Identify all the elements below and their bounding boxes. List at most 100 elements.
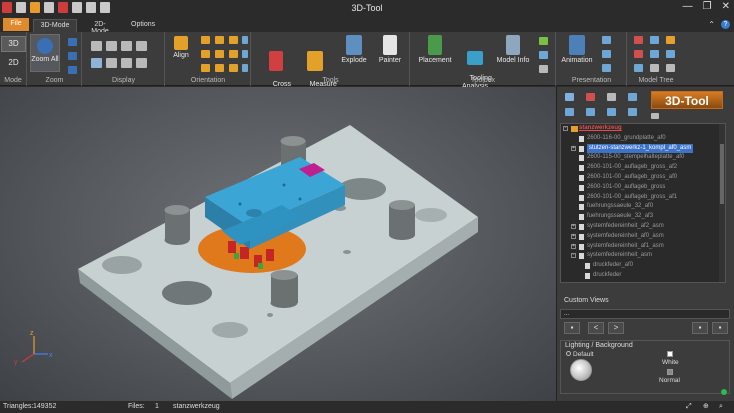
add-view-icon[interactable]: ▪ (564, 322, 580, 334)
view-bottom-icon[interactable] (229, 50, 238, 58)
tree-search-icon[interactable] (650, 64, 659, 72)
view-iso2-icon[interactable] (215, 64, 224, 72)
delete-view-icon[interactable]: ▪ (692, 322, 708, 334)
tree-show-icon[interactable] (634, 36, 643, 44)
minimize-button[interactable]: — (683, 1, 693, 12)
silhouette-icon[interactable] (121, 58, 132, 68)
zoom-window-icon[interactable] (68, 52, 77, 60)
presentation-1-icon[interactable] (602, 36, 611, 44)
tree-item[interactable]: 2600-101-00_auflageb_gross_af2 (561, 163, 725, 173)
expand-toggle-icon[interactable]: + (571, 233, 576, 239)
tree-item[interactable]: 2600-115-00_stempelhalteplatte_af0 (561, 153, 725, 163)
tree-item[interactable]: + systemfedereinheit_af2_asm (561, 222, 725, 232)
lighting-default-option[interactable]: Default (566, 351, 594, 358)
tree-item[interactable]: + stutzen-stanzwerkz-1_kompl_af0_asm (561, 143, 725, 154)
close-button[interactable]: ✕ (722, 1, 730, 12)
panel-layers-icon[interactable] (607, 93, 616, 101)
model-info-button[interactable]: Model Info (495, 35, 531, 75)
view-top-icon[interactable] (215, 50, 224, 58)
custom-views-field[interactable]: ... (560, 309, 730, 319)
tree-item[interactable]: fuehrungssaeule_32_af3 (561, 212, 725, 222)
presentation-3-icon[interactable] (602, 64, 611, 72)
hidden-line-icon[interactable] (121, 41, 132, 51)
transparency-icon[interactable] (91, 58, 102, 68)
toolbox-extra3-icon[interactable] (539, 65, 548, 73)
3d-viewport[interactable]: z x y (0, 87, 556, 401)
view-iso3-icon[interactable] (229, 64, 238, 72)
mode-3d-button[interactable]: 3D (1, 36, 26, 52)
panel-sort-icon[interactable] (628, 108, 637, 116)
expand-toggle-icon[interactable]: - (571, 253, 576, 259)
normal-background-checkbox[interactable] (667, 369, 673, 375)
wireframe-icon[interactable] (136, 41, 147, 51)
painter-button[interactable]: Painter (374, 35, 406, 75)
view-settings-icon[interactable]: ▪ (712, 322, 728, 334)
tree-filter-icon[interactable] (634, 64, 643, 72)
tree-expand-icon[interactable] (634, 50, 643, 58)
zoom-all-button[interactable]: Zoom All (30, 34, 60, 72)
animation-button[interactable]: Animation (559, 35, 595, 75)
tree-options-icon[interactable] (666, 64, 675, 72)
align-button[interactable]: Align (169, 36, 193, 66)
panel-tree-icon[interactable] (628, 93, 637, 101)
tree-item[interactable]: druckfeder_af1 (561, 281, 725, 283)
next-view-button[interactable]: > (608, 322, 624, 334)
tooling-analysis-button[interactable]: Tooling Analysis (457, 35, 493, 90)
tree-item[interactable]: 2600-116-00_grundplatte_af0 (561, 134, 725, 144)
view-left-icon[interactable] (229, 36, 238, 44)
placement-button[interactable]: Placement (417, 35, 453, 75)
rotate-z-icon[interactable] (242, 64, 248, 72)
collapse-ribbon-icon[interactable]: ⌃ (708, 20, 715, 29)
prev-view-button[interactable]: < (588, 322, 604, 334)
funnel-icon[interactable] (651, 113, 659, 119)
tab-3d-mode[interactable]: 3D-Mode (33, 19, 77, 32)
tree-item[interactable]: + systemfedereinheit_af0_asm (561, 232, 725, 242)
help-icon[interactable]: ? (721, 20, 730, 29)
tree-item[interactable]: druckfeder_af0 (561, 261, 725, 271)
mode-2d-button[interactable]: 2D (1, 56, 26, 70)
tree-hide-icon[interactable] (650, 36, 659, 44)
shaded-icon[interactable] (91, 41, 102, 51)
tab-2d-mode[interactable]: 2D-Mode (82, 19, 118, 35)
presentation-2-icon[interactable] (602, 50, 611, 58)
points-icon[interactable] (136, 58, 147, 68)
zoom-icon[interactable]: ⊕ (703, 401, 709, 413)
search-icon[interactable]: ⌕ (719, 401, 723, 413)
panel-eye-icon[interactable] (565, 93, 574, 101)
panel-filter-icon[interactable] (586, 108, 595, 116)
model-tree[interactable]: - stanzwerkzeug 2600-116-00_grundplatte_af… (560, 123, 726, 283)
tree-item[interactable]: fuehrungssaeule_32_af0 (561, 202, 725, 212)
expand-toggle-icon[interactable]: - (563, 126, 568, 131)
measure-markup-button[interactable]: Measure Markup (298, 35, 337, 96)
expand-toggle-icon[interactable]: + (571, 145, 576, 151)
explode-button[interactable]: Explode (338, 35, 370, 75)
zoom-in-icon[interactable] (68, 38, 77, 46)
radio-icon[interactable] (566, 351, 571, 356)
expand-toggle-icon[interactable]: + (571, 243, 576, 249)
shaded-edges-icon[interactable] (106, 41, 117, 51)
tree-item[interactable]: 2600-101-00_auflageb_gross_af0 (561, 173, 725, 183)
panel-expand-icon[interactable] (565, 108, 574, 116)
rotate-y-icon[interactable] (242, 50, 248, 58)
zoom-out-icon[interactable] (68, 66, 77, 74)
tree-isolate-icon[interactable] (666, 36, 675, 44)
tree-item[interactable]: - systemfedereinheit_asm (561, 251, 725, 261)
rotate-x-icon[interactable] (242, 36, 248, 44)
tree-item[interactable]: + systemfedereinheit_af1_asm (561, 242, 725, 252)
panel-collapse-icon[interactable] (607, 108, 616, 116)
edges-icon[interactable] (106, 58, 117, 68)
white-background-checkbox[interactable] (667, 351, 673, 357)
tree-item[interactable]: 2600-101-00_auflageb_gross (561, 183, 725, 193)
view-iso-icon[interactable] (201, 64, 210, 72)
tree-item[interactable]: 2600-101-00_auflageb_gross_af1 (561, 193, 725, 203)
tree-item[interactable]: druckfeder (561, 271, 725, 281)
tab-options[interactable]: Options (125, 19, 161, 32)
tree-item[interactable]: - stanzwerkzeug (561, 124, 725, 134)
toolbox-extra2-icon[interactable] (539, 51, 548, 59)
restore-button[interactable]: ❐ (703, 1, 712, 12)
tree-select-icon[interactable] (666, 50, 675, 58)
tab-file[interactable]: File (3, 18, 29, 31)
view-front-icon[interactable] (201, 36, 210, 44)
view-back-icon[interactable] (215, 36, 224, 44)
expand-toggle-icon[interactable]: + (571, 223, 576, 229)
